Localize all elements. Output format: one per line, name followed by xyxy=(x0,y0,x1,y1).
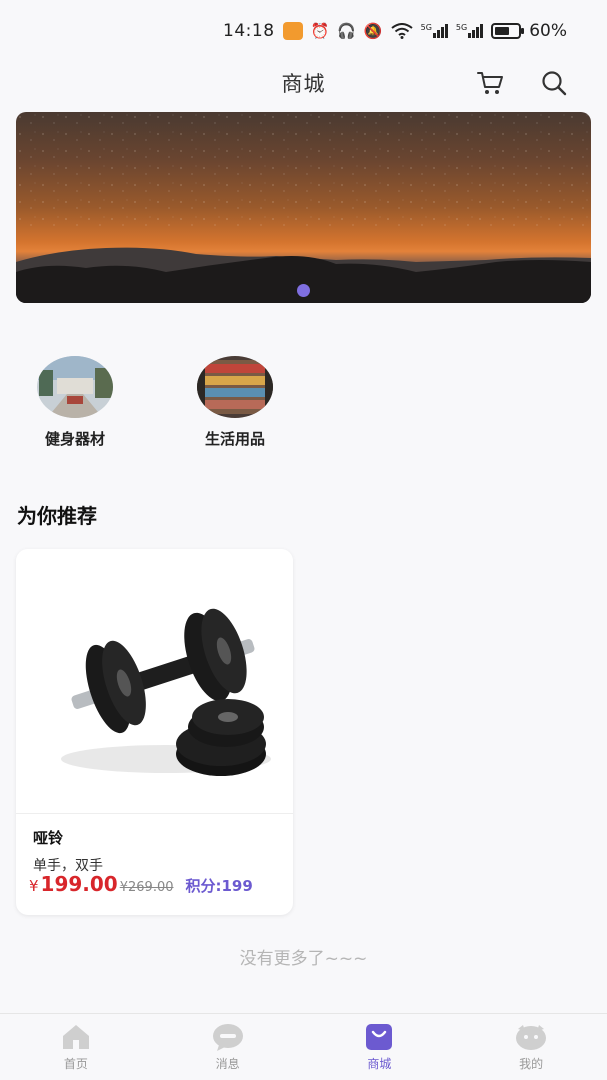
signal-label-1: 5G xyxy=(420,23,432,32)
profile-icon xyxy=(514,1023,548,1051)
product-image xyxy=(16,549,293,814)
shop-bag-icon xyxy=(362,1023,396,1051)
signal-label-2: 5G xyxy=(455,23,468,32)
category-list: 健身器材 生活用品 xyxy=(30,356,280,449)
recommend-section-title: 为你推荐 xyxy=(17,504,97,528)
category-label: 健身器材 xyxy=(44,430,105,448)
status-bar: 14:18 ⏰ 🎧 🔕 5G 5G 60% xyxy=(0,0,607,62)
headphones-icon: 🎧 xyxy=(337,22,356,40)
category-fitness-image xyxy=(37,356,113,418)
banner-carousel[interactable] xyxy=(16,112,591,303)
search-icon[interactable] xyxy=(539,68,569,98)
wifi-icon xyxy=(390,23,413,39)
product-name: 哑铃 xyxy=(33,829,64,847)
tab-label: 商城 xyxy=(367,1057,392,1071)
mute-icon: 🔕 xyxy=(363,22,383,40)
product-original-price: ¥269.00 xyxy=(119,880,174,895)
nav-bar: 商城 xyxy=(0,62,607,104)
app-notification-icon xyxy=(282,22,303,40)
tab-label: 我的 xyxy=(519,1057,544,1071)
product-card[interactable]: 哑铃 单手，双手 ¥199.00 ¥269.00 积分:199 xyxy=(16,549,293,915)
product-points: 积分:199 xyxy=(185,877,253,895)
battery-level: 60% xyxy=(529,21,567,41)
alarm-icon: ⏰ xyxy=(310,22,330,40)
tab-shop[interactable]: 商城 xyxy=(304,1014,456,1080)
signal-icon-1: 5G xyxy=(421,24,448,38)
product-price-row: ¥199.00 ¥269.00 积分:199 xyxy=(29,872,289,896)
battery-icon xyxy=(491,23,525,39)
category-daily-image xyxy=(197,356,273,418)
price-value: 199.00 xyxy=(40,872,118,896)
product-price: ¥199.00 xyxy=(29,872,118,896)
tab-profile[interactable]: 我的 xyxy=(455,1014,607,1080)
status-time: 14:18 xyxy=(223,21,275,41)
banner-indicator-dot[interactable] xyxy=(297,284,310,297)
cart-icon[interactable] xyxy=(475,68,505,98)
category-fitness-equipment[interactable]: 健身器材 xyxy=(30,356,120,449)
no-more-text: 没有更多了~~~ xyxy=(239,949,368,969)
tab-label: 首页 xyxy=(63,1057,88,1071)
tab-home[interactable]: 首页 xyxy=(0,1014,152,1080)
signal-icon-2: 5G xyxy=(455,23,484,38)
tab-label: 消息 xyxy=(215,1057,240,1071)
page-title: 商城 xyxy=(281,72,326,96)
category-label: 生活用品 xyxy=(204,430,265,448)
home-icon xyxy=(59,1023,93,1051)
category-daily-goods[interactable]: 生活用品 xyxy=(190,356,280,449)
message-icon xyxy=(211,1023,245,1051)
banner-image xyxy=(16,112,591,303)
currency-symbol: ¥ xyxy=(29,877,39,895)
bottom-tab-bar: 首页 消息 商城 我的 xyxy=(0,1013,607,1080)
tab-messages[interactable]: 消息 xyxy=(152,1014,304,1080)
